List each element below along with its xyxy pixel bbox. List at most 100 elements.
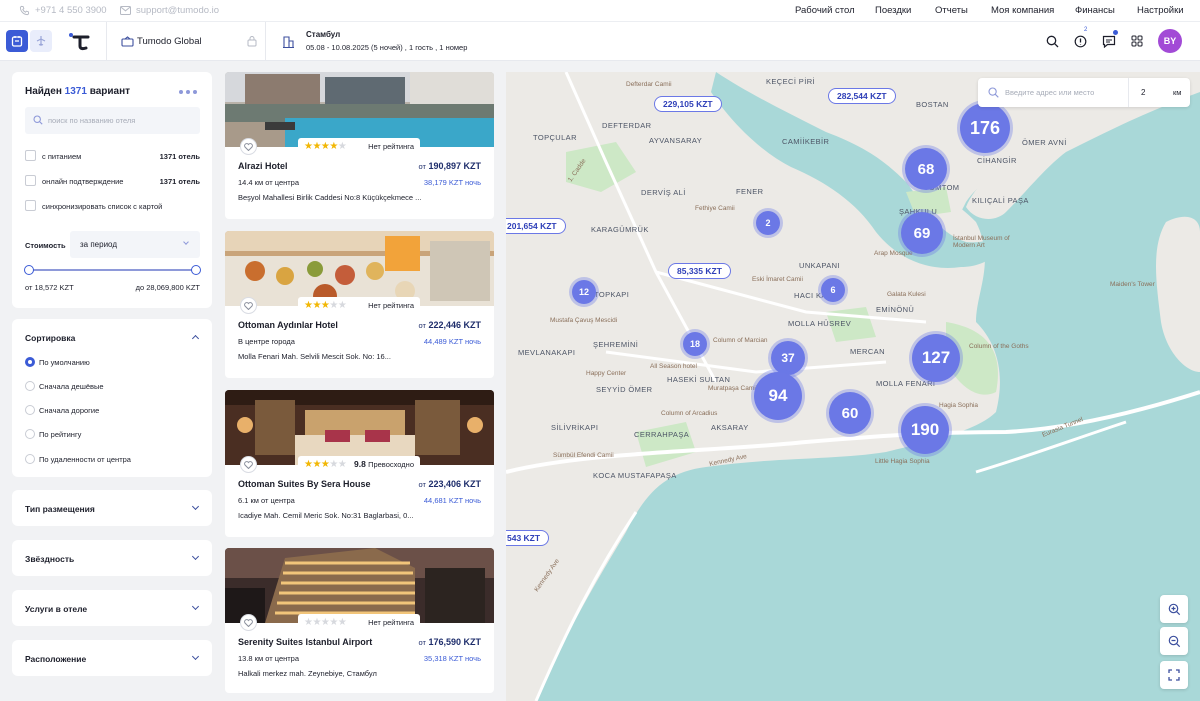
map-cluster[interactable]: 18 <box>683 332 707 356</box>
building-icon <box>282 35 294 48</box>
favorite-button[interactable] <box>240 614 257 631</box>
place-label: Sümbül Efendi Camii <box>553 452 614 459</box>
alert-icon <box>1074 35 1087 48</box>
support-email: support@tumodo.io <box>136 5 220 16</box>
flights-mode-button[interactable] <box>30 30 52 52</box>
nav-dashboard[interactable]: Рабочий стол <box>795 5 855 16</box>
hotel-price-per-night: 44,489 KZT ночь <box>423 337 481 346</box>
favorite-button[interactable] <box>240 297 257 314</box>
map-cluster[interactable]: 68 <box>905 148 947 190</box>
sort-distance-radio[interactable] <box>25 454 35 464</box>
place-label: Arap Mosque <box>874 250 913 257</box>
nav-finance[interactable]: Финансы <box>1075 5 1115 16</box>
trip-details[interactable]: 05.08 - 10.08.2025 (5 ночей) , 1 гость ,… <box>306 43 467 52</box>
nav-trips[interactable]: Поездки <box>875 5 911 16</box>
hotel-price-per-night: 44,681 KZT ночь <box>423 496 481 505</box>
hotel-card[interactable]: ★★★★★ Нет рейтинга Ottoman Aydınlar Hote… <box>225 231 494 378</box>
favorite-button[interactable] <box>240 456 257 473</box>
district-label: SİLİVRİKAPI <box>551 423 599 432</box>
alerts-button[interactable]: 2 <box>1072 27 1088 49</box>
map-cluster[interactable]: 2 <box>756 211 780 235</box>
hotel-card[interactable]: ★★★★★ Нет рейтинга Serenity Suites Istan… <box>225 548 494 693</box>
map-cluster[interactable]: 60 <box>829 392 871 434</box>
nav-my-company[interactable]: Моя компания <box>991 5 1054 16</box>
price-max-handle[interactable] <box>191 265 201 275</box>
map-cluster[interactable]: 69 <box>901 212 943 254</box>
map-price-tag[interactable]: 543 KZT <box>506 530 550 546</box>
favorite-button[interactable] <box>240 138 257 155</box>
sync-map-checkbox[interactable] <box>25 200 36 211</box>
hotel-photo <box>225 548 494 623</box>
hotel-distance: 14.4 км от центра <box>238 178 300 187</box>
district-label: MERCAN <box>850 347 885 356</box>
accordion-accommodation-type[interactable]: Тип размещения <box>12 490 212 526</box>
hotel-name[interactable]: Serenity Suites Istanbul Airport <box>238 637 372 647</box>
map-radius-value[interactable]: 2 <box>1141 88 1145 97</box>
cost-period-select[interactable]: за период <box>70 231 200 258</box>
accordion-stars[interactable]: Звёздность <box>12 540 212 576</box>
sort-rating-radio[interactable] <box>25 429 35 439</box>
nav-settings[interactable]: Настройки <box>1137 5 1184 16</box>
map-cluster[interactable]: 190 <box>901 406 949 454</box>
hotel-name[interactable]: Ottoman Suites By Sera House <box>238 479 371 489</box>
hotel-search-field[interactable]: поиск по названию отеля <box>25 107 200 134</box>
chevron-down-icon <box>191 552 200 561</box>
tumodo-logo[interactable] <box>64 28 96 54</box>
online-confirm-checkbox[interactable] <box>25 175 36 186</box>
sort-expensive-radio[interactable] <box>25 405 35 415</box>
sort-cheap-radio[interactable] <box>25 381 35 391</box>
map-cluster[interactable]: 94 <box>754 372 802 420</box>
place-label: Happy Center <box>586 370 627 377</box>
place-label: Eski İmaret Camii <box>752 276 803 283</box>
zoom-in-button[interactable] <box>1160 595 1188 623</box>
apps-button[interactable] <box>1129 33 1145 49</box>
map-cluster[interactable]: 37 <box>771 341 805 375</box>
chevron-down-icon <box>191 602 200 611</box>
map-view[interactable]: KEÇECİ PİRİ DEFTERDAR TOPÇULAR AYVANSARA… <box>506 72 1200 701</box>
fullscreen-button[interactable] <box>1160 661 1188 689</box>
map-price-tag[interactable]: 201,654 KZT <box>506 218 566 234</box>
user-avatar[interactable]: BY <box>1158 29 1182 53</box>
hotel-card[interactable]: ★★★★★ 9.8 Превосходно Ottoman Suites By … <box>225 390 494 537</box>
zoom-out-icon <box>1168 635 1181 648</box>
messages-button[interactable] <box>1101 30 1118 49</box>
accordion-location[interactable]: Расположение <box>12 640 212 676</box>
map-price-tag[interactable]: 229,105 KZT <box>654 96 722 112</box>
hotels-mode-button[interactable] <box>6 30 28 52</box>
sort-default-radio[interactable] <box>25 357 35 367</box>
online-confirm-count: 1371 отель <box>159 177 200 186</box>
meals-checkbox[interactable] <box>25 150 36 161</box>
cost-period-value: за период <box>80 240 117 249</box>
sorting-title[interactable]: Сортировка <box>25 333 75 343</box>
zoom-out-button[interactable] <box>1160 627 1188 655</box>
mail-icon <box>120 6 131 15</box>
accordion-services[interactable]: Услуги в отеле <box>12 590 212 626</box>
map-cluster[interactable]: 127 <box>912 334 960 382</box>
hotel-name[interactable]: Alrazi Hotel <box>238 161 288 171</box>
map-price-tag[interactable]: 282,544 KZT <box>828 88 896 104</box>
district-label: CERRAHPAŞA <box>634 430 690 439</box>
chat-icon <box>1102 35 1116 48</box>
map-address-search[interactable]: Введите адрес или место 2 км <box>978 78 1190 107</box>
app-header: Tumodo Global Стамбул 05.08 - 10.08.2025… <box>0 22 1200 61</box>
map-price-tag[interactable]: 85,335 KZT <box>668 263 731 279</box>
price-min-handle[interactable] <box>24 265 34 275</box>
map-cluster[interactable]: 176 <box>960 103 1010 153</box>
phone-contact[interactable]: +971 4 550 3900 <box>19 5 107 16</box>
hotel-price-per-night: 38,179 KZT ночь <box>423 178 481 187</box>
map-cluster[interactable]: 12 <box>572 280 596 304</box>
company-name[interactable]: Tumodo Global <box>137 36 202 47</box>
hotel-name[interactable]: Ottoman Aydınlar Hotel <box>238 320 338 330</box>
hotel-address: Halkali merkez mah. Zeynebiye, Стамбул <box>238 669 377 678</box>
search-button[interactable] <box>1044 33 1060 49</box>
accordion-title: Услуги в отеле <box>25 604 88 614</box>
nav-reports[interactable]: Отчеты <box>935 5 968 16</box>
price-range-track[interactable] <box>29 269 196 271</box>
place-label: Little Hagia Sophia <box>875 458 930 465</box>
hotel-card[interactable]: ★★★★★ Нет рейтинга Alrazi Hotel от 190,8… <box>225 72 494 219</box>
map-cluster[interactable]: 6 <box>821 278 845 302</box>
results-number: 1371 <box>64 86 87 97</box>
chevron-up-icon[interactable] <box>191 334 200 343</box>
more-options-icon[interactable] <box>179 90 197 94</box>
email-contact[interactable]: support@tumodo.io <box>120 5 219 16</box>
